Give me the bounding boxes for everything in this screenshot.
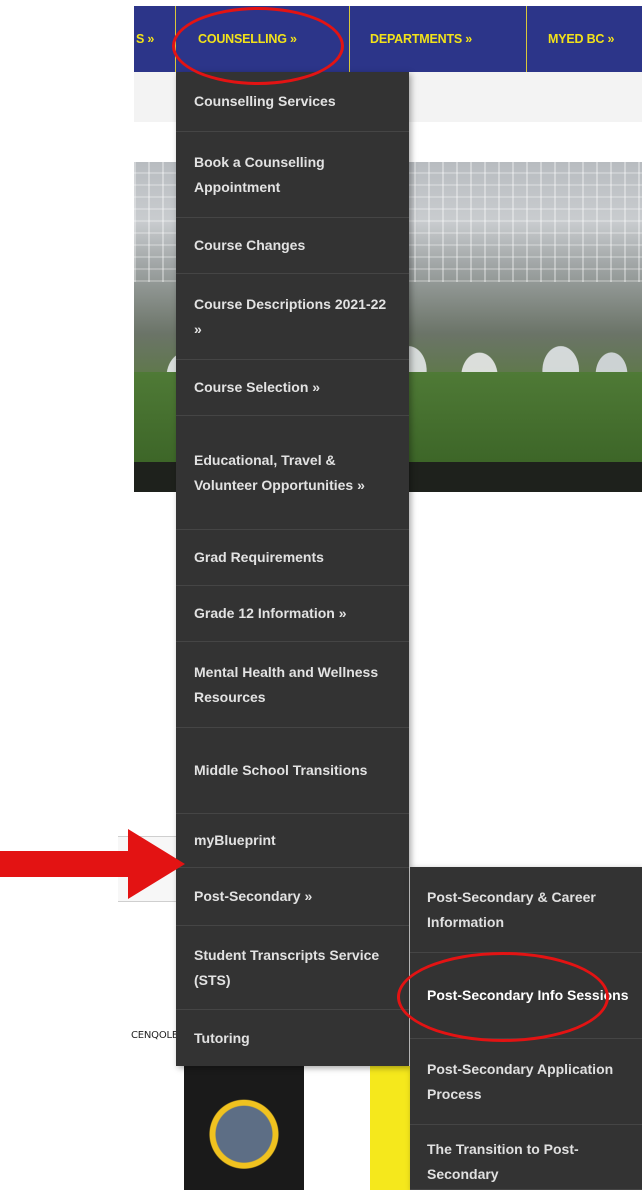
menu-item-course-selection[interactable]: Course Selection »	[176, 360, 409, 416]
submenu-item-application-process[interactable]: Post-Secondary Application Process	[410, 1039, 642, 1125]
nav-divider	[175, 6, 176, 72]
right-arrow-icon	[0, 829, 185, 899]
menu-item-course-changes[interactable]: Course Changes	[176, 218, 409, 274]
menu-item-tutoring[interactable]: Tutoring	[176, 1010, 409, 1066]
menu-item-myblueprint[interactable]: myBlueprint	[176, 814, 409, 868]
nav-item-myed-bc[interactable]: MYED BC »	[548, 6, 614, 72]
menu-item-grad-requirements[interactable]: Grad Requirements	[176, 530, 409, 586]
menu-item-course-descriptions[interactable]: Course Descriptions 2021-22 »	[176, 274, 409, 360]
menu-item-middle-school-transitions[interactable]: Middle School Transitions	[176, 728, 409, 814]
menu-item-educational-travel[interactable]: Educational, Travel & Volunteer Opportun…	[176, 416, 409, 530]
nav-item-prev[interactable]: S »	[136, 6, 154, 72]
submenu-item-career-information[interactable]: Post-Secondary & Career Information	[410, 867, 642, 953]
submenu-item-info-sessions[interactable]: Post-Secondary Info Sessions	[410, 953, 642, 1039]
article-thumbnail[interactable]	[184, 1066, 304, 1190]
article-thumbnail-accent	[370, 1066, 414, 1190]
menu-item-mental-health[interactable]: Mental Health and Wellness Resources	[176, 642, 409, 728]
menu-item-grade-12-information[interactable]: Grade 12 Information »	[176, 586, 409, 642]
counselling-dropdown-menu: Counselling Services Book a Counselling …	[176, 72, 409, 1066]
menu-item-post-secondary[interactable]: Post-Secondary »	[176, 868, 409, 926]
post-secondary-submenu: Post-Secondary & Career Information Post…	[410, 867, 642, 1190]
nav-item-departments[interactable]: DEPARTMENTS »	[370, 6, 472, 72]
menu-item-student-transcripts[interactable]: Student Transcripts Service (STS)	[176, 926, 409, 1010]
nav-divider	[349, 6, 350, 72]
menu-item-book-appointment[interactable]: Book a Counselling Appointment	[176, 132, 409, 218]
submenu-item-transition[interactable]: The Transition to Post-Secondary	[410, 1125, 642, 1190]
main-nav-bar: S » COUNSELLING » DEPARTMENTS » MYED BC …	[134, 6, 642, 72]
nav-divider	[526, 6, 527, 72]
menu-item-counselling-services[interactable]: Counselling Services	[176, 72, 409, 132]
nav-item-counselling[interactable]: COUNSELLING »	[198, 6, 297, 72]
